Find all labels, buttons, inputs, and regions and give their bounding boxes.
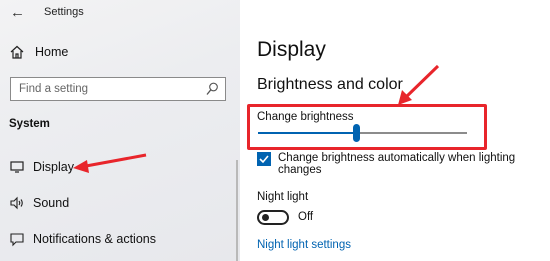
arrow-to-display-annotation — [73, 153, 147, 173]
annotation-arrows — [73, 64, 440, 173]
arrow-to-slider-annotation — [398, 64, 440, 105]
